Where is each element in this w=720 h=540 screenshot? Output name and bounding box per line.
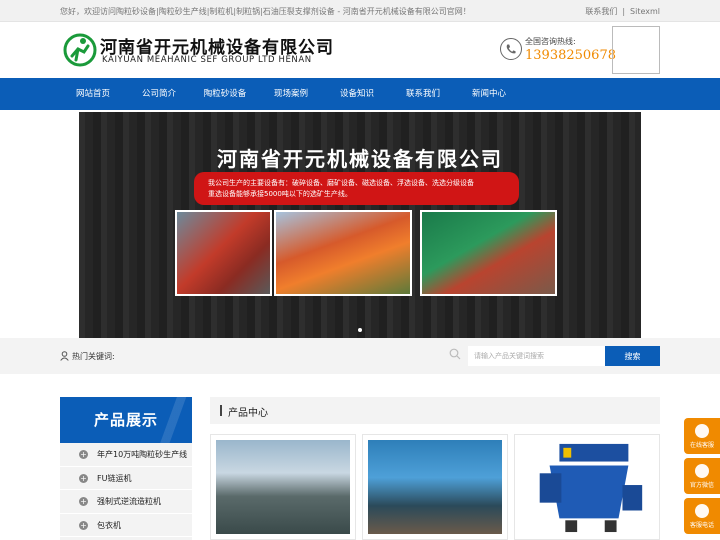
- sidebar-item-label: FU链运机: [97, 473, 132, 483]
- product-image: [368, 440, 502, 534]
- phone-icon: [500, 38, 522, 60]
- contact-link[interactable]: 联系我们: [585, 7, 617, 16]
- nav-item-knowledge[interactable]: 设备知识: [324, 78, 390, 110]
- nav-item-cases[interactable]: 现场案例: [258, 78, 324, 110]
- qr-code-image: [612, 26, 660, 74]
- product-center-header: 产品中心: [210, 397, 660, 424]
- product-card[interactable]: [210, 434, 356, 540]
- logo-english-name: KAIYUAN MEAHANIC SEF GROUP LTD HENAN: [102, 55, 312, 65]
- header: 河南省开元机械设备有限公司 KAIYUAN MEAHANIC SEF GROUP…: [0, 22, 720, 78]
- wechat-icon: [695, 464, 709, 478]
- sidebar-item[interactable]: + FU链运机: [60, 467, 192, 490]
- banner-photo-ball-mill: [274, 210, 412, 296]
- floating-contact-bar: 在线客服 官方微信 客服电话: [684, 418, 720, 540]
- product-center-title: 产品中心: [228, 408, 268, 419]
- search-button[interactable]: 搜索: [605, 346, 660, 366]
- search-bar: 热门关键词: 搜索: [0, 338, 720, 374]
- banner-photo-crusher: [175, 210, 272, 296]
- search-icon: [449, 348, 461, 360]
- hero-banner[interactable]: 河南省开元机械设备有限公司 我公司生产的主要设备有：破碎设备、磨矿设备、磁选设备…: [79, 112, 641, 338]
- nav-item-equipment[interactable]: 陶粒砂设备: [192, 78, 258, 110]
- plus-icon: +: [79, 520, 88, 530]
- sidebar-item[interactable]: + 强制式逆流造粒机: [60, 490, 192, 514]
- banner-line-2: 重选设备能够承接5000吨以下的选矿生产线。: [208, 190, 352, 198]
- sidebar-decoration: [158, 397, 188, 443]
- top-bar: 您好，欢迎访问陶粒砂设备|陶粒砂生产线|制粒机|制粒锅|石油压裂支撑剂设备 - …: [0, 0, 720, 22]
- welcome-text: 您好，欢迎访问陶粒砂设备|陶粒砂生产线|制粒机|制粒锅|石油压裂支撑剂设备 - …: [60, 7, 471, 16]
- float-label: 官方微信: [689, 482, 714, 489]
- nav-item-home[interactable]: 网站首页: [60, 78, 126, 110]
- product-image: [216, 440, 350, 534]
- sidebar-title: 产品展示: [60, 397, 192, 443]
- plus-icon: +: [79, 497, 88, 506]
- logo-runner-icon: [63, 33, 97, 67]
- plus-icon: +: [79, 473, 88, 483]
- hotline-number: 13938250678: [525, 48, 616, 63]
- banner-description: 我公司生产的主要设备有：破碎设备、磨矿设备、磁选设备、浮选设备、洗选分级设备 重…: [194, 172, 519, 205]
- service-phone-button[interactable]: 客服电话: [684, 498, 720, 534]
- sidebar-item[interactable]: + 包衣机: [60, 514, 192, 537]
- float-label: 客服电话: [689, 522, 714, 529]
- online-service-button[interactable]: 在线客服: [684, 418, 720, 454]
- search-input[interactable]: [468, 346, 605, 366]
- hotline-label: 全国咨询热线:: [525, 37, 576, 46]
- plus-icon: +: [79, 450, 88, 459]
- nav-item-about[interactable]: 公司简介: [126, 78, 192, 110]
- logo[interactable]: 河南省开元机械设备有限公司 KAIYUAN MEAHANIC SEF GROUP…: [62, 32, 333, 72]
- nav-item-news[interactable]: 新闻中心: [456, 78, 522, 110]
- sidebar-item-label: 年产10万吨陶粒砂生产线: [97, 450, 188, 459]
- main-nav: 网站首页 公司简介 陶粒砂设备 现场案例 设备知识 联系我们 新闻中心: [0, 78, 720, 110]
- banner-line-1: 我公司生产的主要设备有：破碎设备、磨矿设备、磁选设备、浮选设备、洗选分级设备: [208, 179, 474, 187]
- slider-dot[interactable]: [358, 328, 362, 332]
- user-icon: [60, 351, 69, 361]
- product-card[interactable]: [514, 434, 660, 540]
- nav-item-contact[interactable]: 联系我们: [390, 78, 456, 110]
- product-sidebar: 产品展示 + 年产10万吨陶粒砂生产线 + FU链运机 + 强制式逆流造粒机 + 包衣机: [60, 397, 192, 540]
- title-bar-marker: [220, 405, 222, 416]
- banner-photo-flotation: [420, 210, 557, 296]
- sidebar-item[interactable]: + 年产10万吨陶粒砂生产线: [60, 443, 192, 467]
- wechat-button[interactable]: 官方微信: [684, 458, 720, 494]
- banner-title: 河南省开元机械设备有限公司: [217, 147, 503, 171]
- hot-keywords-label: 热门关键词:: [72, 352, 115, 361]
- product-image: [520, 440, 654, 534]
- hotline: 全国咨询热线: 13938250678: [500, 34, 616, 74]
- sidebar-title-text: 产品展示: [93, 411, 158, 429]
- product-card[interactable]: [362, 434, 508, 540]
- chat-icon: [695, 424, 709, 438]
- sidebar-item-label: 强制式逆流造粒机: [97, 497, 161, 506]
- phone-icon: [695, 504, 709, 518]
- top-links: 联系我们 | Sitexml: [585, 7, 660, 16]
- sidebar-item-label: 包衣机: [97, 520, 121, 530]
- float-label: 在线客服: [689, 442, 714, 449]
- sitexml-link[interactable]: Sitexml: [630, 7, 660, 16]
